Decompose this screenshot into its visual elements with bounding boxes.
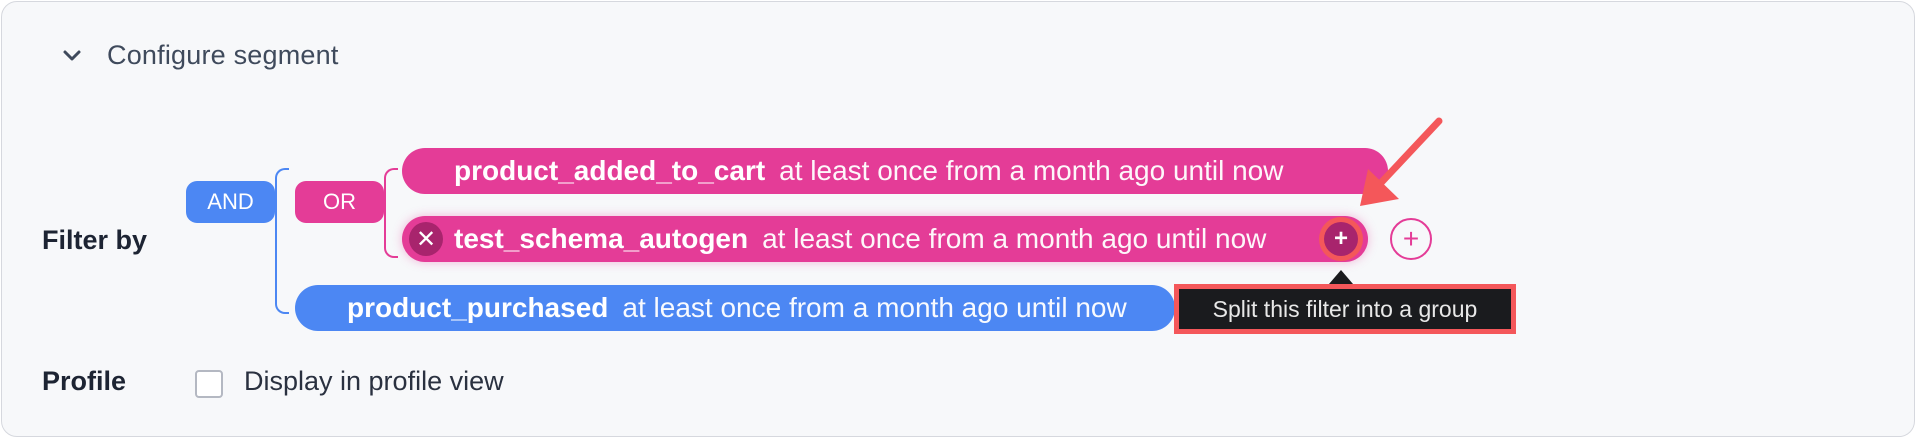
- display-in-profile-checkbox[interactable]: [195, 370, 223, 398]
- profile-label: Profile: [42, 366, 127, 396]
- display-in-profile-label[interactable]: Display in profile view: [244, 366, 504, 397]
- configure-segment-panel: Configure segment Filter by AND OR produ…: [1, 1, 1915, 437]
